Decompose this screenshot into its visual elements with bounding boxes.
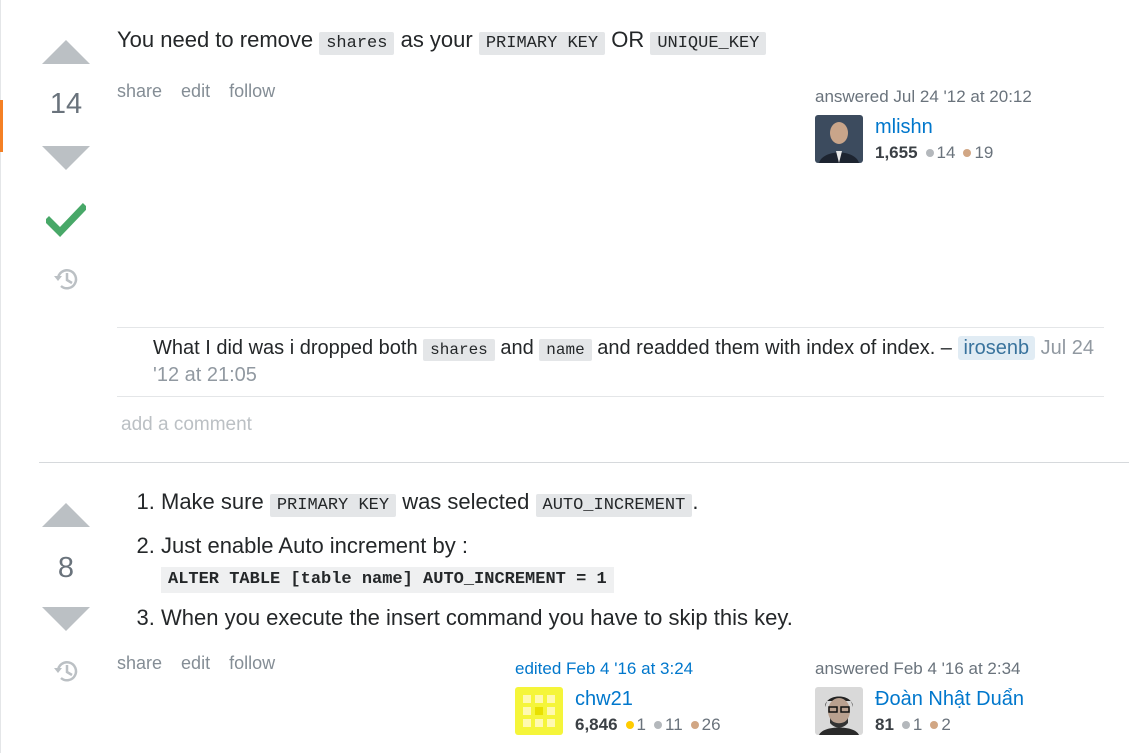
list-item: Just enable Auto increment by : ALTER TA… — [161, 531, 1017, 593]
vote-down-icon[interactable] — [42, 146, 90, 170]
code-block: ALTER TABLE [table name] AUTO_INCREMENT … — [161, 567, 614, 593]
step-text: . — [692, 489, 699, 514]
share-link[interactable]: share — [117, 653, 162, 673]
steps-list: Make sure PRIMARY KEY was selected AUTO_… — [117, 487, 1017, 633]
step-text: Make sure — [161, 489, 264, 514]
answer-separator — [39, 462, 1129, 463]
inline-code: UNIQUE_KEY — [650, 32, 767, 55]
edit-link[interactable]: edit — [181, 81, 210, 101]
vote-cell: 8 — [40, 503, 92, 685]
post-menu: share edit follow — [117, 653, 289, 674]
comment-user-link[interactable]: irosenb — [957, 336, 1036, 360]
inline-code: PRIMARY KEY — [478, 32, 606, 55]
user-avatar[interactable] — [815, 687, 863, 735]
bronze-badge-count: 2 — [941, 715, 951, 734]
user-name-link[interactable]: Đoàn Nhật Duẩn — [875, 688, 1024, 711]
gold-badge-count: 1 — [636, 715, 647, 734]
user-reputation: 1,655 14 19 — [875, 143, 993, 163]
step-text: When you execute the insert command you … — [161, 605, 793, 630]
inline-code: shares — [423, 339, 495, 361]
silver-badge-icon — [925, 149, 934, 158]
edit-link[interactable]: edit — [181, 653, 210, 673]
comment-text: and readded them with index of index. – — [597, 337, 952, 359]
user-avatar[interactable] — [515, 687, 563, 735]
user-name-link[interactable]: mlishn — [875, 116, 933, 139]
edited-time-link[interactable]: edited Feb 4 '16 at 3:24 — [515, 659, 693, 678]
silver-badge-count: 1 — [912, 715, 923, 734]
vote-count: 14 — [49, 88, 83, 120]
share-link[interactable]: share — [117, 81, 162, 101]
post-menu: share edit follow — [117, 81, 289, 102]
list-item: When you execute the insert command you … — [161, 603, 1017, 633]
bronze-badge-count: 19 — [974, 143, 994, 162]
bronze-badge-icon — [930, 721, 939, 730]
answered-time: answered Feb 4 '16 at 2:34 — [815, 659, 1021, 678]
user-name-link[interactable]: chw21 — [575, 688, 633, 711]
vote-down-icon[interactable] — [42, 607, 90, 631]
step-text: Just enable Auto increment by : — [161, 533, 468, 558]
answered-signature: answered Feb 4 '16 at 2:34 — [815, 659, 1021, 679]
comment: What I did was i dropped both shares and… — [117, 328, 1104, 397]
bronze-badge-icon — [690, 721, 699, 730]
history-icon[interactable] — [52, 657, 80, 685]
comment-text: and — [500, 337, 534, 359]
add-comment-link[interactable]: add a comment — [121, 414, 252, 436]
follow-link[interactable]: follow — [229, 81, 275, 101]
vote-up-icon[interactable] — [42, 503, 90, 527]
reputation-score: 81 — [875, 715, 894, 734]
body-text: You need to remove — [117, 27, 314, 52]
user-avatar[interactable] — [815, 115, 863, 163]
follow-link[interactable]: follow — [229, 653, 275, 673]
list-item: Make sure PRIMARY KEY was selected AUTO_… — [161, 487, 1017, 521]
vote-count: 8 — [57, 552, 75, 584]
reputation-score: 1,655 — [875, 143, 918, 162]
silver-badge-count: 14 — [936, 143, 956, 162]
body-text: as your — [400, 27, 473, 52]
inline-code: shares — [319, 32, 395, 55]
vote-cell: 14 — [40, 40, 92, 293]
bronze-badge-count: 26 — [701, 715, 721, 734]
history-icon[interactable] — [52, 265, 80, 293]
user-reputation: 6,846 1 11 26 — [575, 715, 721, 735]
comment-text: What I did was i dropped both — [153, 337, 418, 359]
bronze-badge-icon — [963, 149, 972, 158]
inline-code: PRIMARY KEY — [269, 494, 397, 517]
accepted-indicator-bar — [0, 100, 3, 152]
inline-code: name — [539, 339, 592, 361]
user-reputation: 81 1 2 — [875, 715, 951, 735]
answered-signature: answered Jul 24 '12 at 20:12 — [815, 87, 1032, 107]
post-body: You need to remove shares as your PRIMAR… — [117, 25, 767, 59]
vote-up-icon[interactable] — [42, 40, 90, 64]
answered-time: answered Jul 24 '12 at 20:12 — [815, 87, 1032, 106]
edited-signature: edited Feb 4 '16 at 3:24 — [515, 659, 693, 679]
step-text: was selected — [402, 489, 530, 514]
inline-code: AUTO_INCREMENT — [535, 494, 693, 517]
silver-badge-icon — [654, 721, 663, 730]
body-text: OR — [611, 27, 645, 52]
comments-list: What I did was i dropped both shares and… — [117, 327, 1104, 397]
reputation-score: 6,846 — [575, 715, 618, 734]
silver-badge-icon — [901, 721, 910, 730]
accepted-check-icon — [46, 203, 86, 237]
gold-badge-icon — [625, 721, 634, 730]
post-body: Make sure PRIMARY KEY was selected AUTO_… — [117, 487, 1017, 643]
silver-badge-count: 11 — [665, 715, 683, 734]
